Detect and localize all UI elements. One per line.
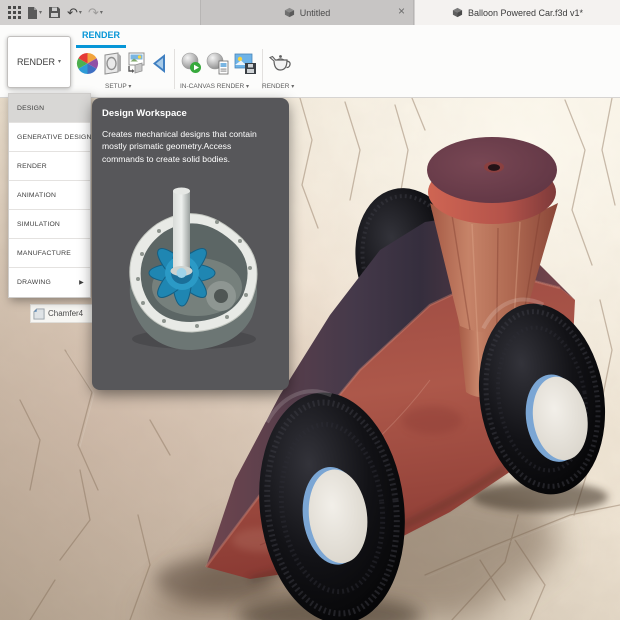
design-workspace-preview-image bbox=[102, 169, 279, 355]
close-icon[interactable]: × bbox=[398, 4, 405, 18]
active-tab-underline bbox=[76, 45, 126, 48]
tooltip-body: Creates mechanical designs that contain … bbox=[102, 128, 274, 165]
menu-item-simulation[interactable]: SIMULATION bbox=[9, 210, 90, 239]
document-icon bbox=[284, 7, 295, 18]
group-label-in-canvas-render[interactable]: IN-CANVAS RENDER ▾ bbox=[180, 83, 249, 90]
menu-item-manufacture[interactable]: MANUFACTURE bbox=[9, 239, 90, 268]
workspace-menu: DESIGN GENERATIVE DESIGN RENDER ANIMATIO… bbox=[8, 93, 91, 298]
decal-icon[interactable] bbox=[126, 52, 146, 80]
file-new-icon[interactable]: ▾ bbox=[27, 6, 42, 20]
group-separator bbox=[174, 49, 175, 89]
caret-icon: ▾ bbox=[246, 84, 249, 90]
tooltip-title: Design Workspace bbox=[102, 108, 279, 119]
caret-icon: ▾ bbox=[58, 59, 61, 65]
ribbon-toolbar: RENDER ▾ RENDER bbox=[0, 25, 620, 98]
caret-icon[interactable]: ▾ bbox=[79, 10, 82, 16]
scene-settings-icon[interactable] bbox=[103, 52, 123, 80]
redo-icon[interactable]: ↷ ▾ bbox=[88, 6, 103, 19]
caret-icon: ▾ bbox=[128, 84, 131, 90]
group-label-setup[interactable]: SETUP ▾ bbox=[105, 83, 131, 90]
menu-item-drawing[interactable]: DRAWING ▶ bbox=[9, 268, 90, 297]
ribbon-tab-render[interactable]: RENDER bbox=[79, 30, 123, 40]
document-icon bbox=[452, 7, 463, 18]
menu-item-render[interactable]: RENDER bbox=[9, 152, 90, 181]
quick-access-toolbar: ▾ ↶ ▾ ↷ ▾ bbox=[0, 0, 200, 25]
menu-item-generative-design[interactable]: GENERATIVE DESIGN bbox=[9, 123, 90, 152]
appearance-color-wheel-icon[interactable] bbox=[76, 52, 99, 80]
browser-item-label: Chamfer4 bbox=[48, 309, 83, 318]
render-save-icon[interactable] bbox=[234, 52, 257, 80]
render-teapot-icon[interactable] bbox=[268, 52, 293, 79]
funnel-hole bbox=[488, 164, 500, 171]
design-workspace-tooltip: Design Workspace Creates mechanical desi… bbox=[92, 98, 289, 390]
menu-item-animation[interactable]: ANIMATION bbox=[9, 181, 90, 210]
title-bar: ▾ ↶ ▾ ↷ ▾ Untitled × bbox=[0, 0, 620, 25]
document-tab-untitled[interactable]: Untitled × bbox=[200, 0, 414, 25]
caret-icon[interactable]: ▾ bbox=[39, 10, 42, 16]
undo-icon[interactable]: ↶ ▾ bbox=[67, 6, 82, 19]
caret-icon: ▾ bbox=[291, 84, 294, 90]
group-label-render[interactable]: RENDER ▾ bbox=[262, 83, 294, 90]
texture-icon[interactable] bbox=[150, 52, 170, 80]
save-icon[interactable] bbox=[48, 6, 61, 19]
tab-label: Balloon Powered Car.f3d v1* bbox=[468, 8, 583, 18]
in-canvas-render-icon[interactable] bbox=[180, 52, 203, 80]
menu-item-design[interactable]: DESIGN bbox=[9, 94, 90, 123]
document-tab-balloon-car[interactable]: Balloon Powered Car.f3d v1* bbox=[415, 0, 620, 25]
workspace-switcher-button[interactable]: RENDER ▾ bbox=[7, 36, 71, 88]
fusion360-window: ▾ ↶ ▾ ↷ ▾ Untitled × bbox=[0, 0, 620, 620]
capture-image-icon[interactable] bbox=[206, 52, 230, 80]
caret-icon[interactable]: ▾ bbox=[100, 10, 103, 16]
tab-label: Untitled bbox=[300, 8, 331, 18]
browser-item-chamfer4[interactable]: Chamfer4 bbox=[30, 304, 95, 323]
workspace-switcher-label: RENDER bbox=[17, 57, 55, 67]
submenu-arrow-icon: ▶ bbox=[79, 279, 84, 286]
app-grid-icon[interactable] bbox=[8, 6, 21, 19]
chamfer-feature-icon bbox=[33, 308, 45, 320]
